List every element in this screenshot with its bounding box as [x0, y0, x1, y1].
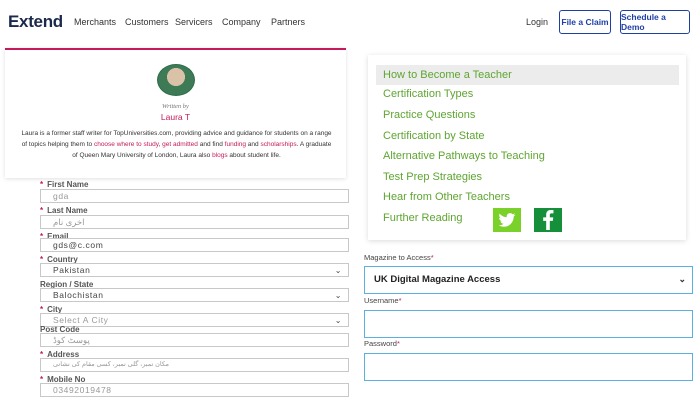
- file-claim-button[interactable]: File a Claim: [559, 10, 611, 34]
- region-value: Balochistan: [53, 290, 104, 300]
- chevron-down-icon: ⌄: [334, 291, 342, 300]
- address-input[interactable]: مکان نمبر، گلی نمبر، کسی مقام کی نشانی: [40, 358, 349, 372]
- funding-link[interactable]: funding: [225, 141, 246, 148]
- username-input[interactable]: [364, 310, 693, 338]
- written-by-label: Written by: [162, 103, 189, 110]
- get-admitted-link[interactable]: get admitted: [162, 141, 198, 148]
- scholarships-link[interactable]: scholarships: [260, 141, 296, 148]
- blogs-link[interactable]: blogs: [212, 152, 228, 159]
- schedule-demo-button[interactable]: Schedule a Demo: [620, 10, 690, 34]
- top-nav: Extend Merchants Customers Servicers Com…: [0, 0, 700, 46]
- city-select[interactable]: Select A City ⌄: [40, 313, 349, 327]
- author-name[interactable]: Laura T: [5, 112, 346, 122]
- facebook-icon: [543, 210, 554, 230]
- extend-logo[interactable]: Extend: [8, 12, 63, 32]
- registration-form: * First Name gda * Last Name اخری نام * Ema…: [34, 178, 349, 400]
- twitter-button[interactable]: [493, 208, 521, 232]
- chevron-down-icon: ⌄: [334, 316, 342, 325]
- menu-item-test-prep[interactable]: Test Prep Strategies: [383, 171, 482, 183]
- first-name-input[interactable]: gda: [40, 189, 349, 203]
- magazine-select[interactable]: UK Digital Magazine Access ⌄: [364, 266, 693, 294]
- author-avatar: [157, 64, 195, 96]
- region-select[interactable]: Balochistan ⌄: [40, 288, 349, 302]
- nav-partners[interactable]: Partners: [271, 17, 305, 27]
- menu-item-hear-from-teachers[interactable]: Hear from Other Teachers: [383, 191, 510, 203]
- nav-servicers[interactable]: Servicers: [175, 17, 213, 27]
- menu-item-certification-types[interactable]: Certification Types: [383, 88, 473, 100]
- last-name-label: * Last Name: [40, 206, 88, 215]
- chevron-down-icon: ⌄: [334, 266, 342, 275]
- password-input[interactable]: [364, 353, 693, 381]
- country-value: Pakistan: [53, 265, 91, 275]
- menu-item-certification-by-state[interactable]: Certification by State: [383, 130, 485, 142]
- choose-where-to-study-link[interactable]: choose where to study: [94, 141, 159, 148]
- twitter-icon: [498, 212, 516, 227]
- author-bio: Laura is a former staff writer for TopUn…: [19, 128, 334, 161]
- post-code-input[interactable]: پوسٹ کوڈ: [40, 333, 349, 347]
- login-link[interactable]: Login: [526, 17, 548, 27]
- first-name-label: * First Name: [40, 180, 89, 189]
- bio-text: and: [246, 141, 261, 148]
- menu-item-how-to-become-teacher[interactable]: How to Become a Teacher: [376, 65, 679, 85]
- magazine-selected-value: UK Digital Magazine Access: [374, 274, 501, 285]
- menu-item-alternative-pathways[interactable]: Alternative Pathways to Teaching: [383, 150, 545, 162]
- mobile-input[interactable]: 03492019478: [40, 383, 349, 397]
- last-name-input[interactable]: اخری نام: [40, 215, 349, 229]
- nav-company[interactable]: Company: [222, 17, 261, 27]
- bio-text: about student life.: [227, 152, 281, 159]
- username-label: Username*: [364, 296, 402, 305]
- menu-item-further-reading[interactable]: Further Reading: [383, 212, 463, 224]
- email-input[interactable]: gds@c.com: [40, 238, 349, 252]
- menu-item-practice-questions[interactable]: Practice Questions: [383, 109, 475, 121]
- teaching-menu: How to Become a Teacher Certification Ty…: [368, 55, 686, 240]
- facebook-button[interactable]: [534, 208, 562, 232]
- country-select[interactable]: Pakistan ⌄: [40, 263, 349, 277]
- author-card: Written by Laura T Laura is a former sta…: [5, 48, 346, 178]
- bio-text: and find: [197, 141, 225, 148]
- nav-merchants[interactable]: Merchants: [74, 17, 116, 27]
- city-value: Select A City: [53, 315, 109, 325]
- password-label: Password*: [364, 339, 400, 348]
- magazine-label: Magazine to Access*: [364, 253, 434, 262]
- nav-customers[interactable]: Customers: [125, 17, 169, 27]
- chevron-down-icon: ⌄: [678, 274, 686, 284]
